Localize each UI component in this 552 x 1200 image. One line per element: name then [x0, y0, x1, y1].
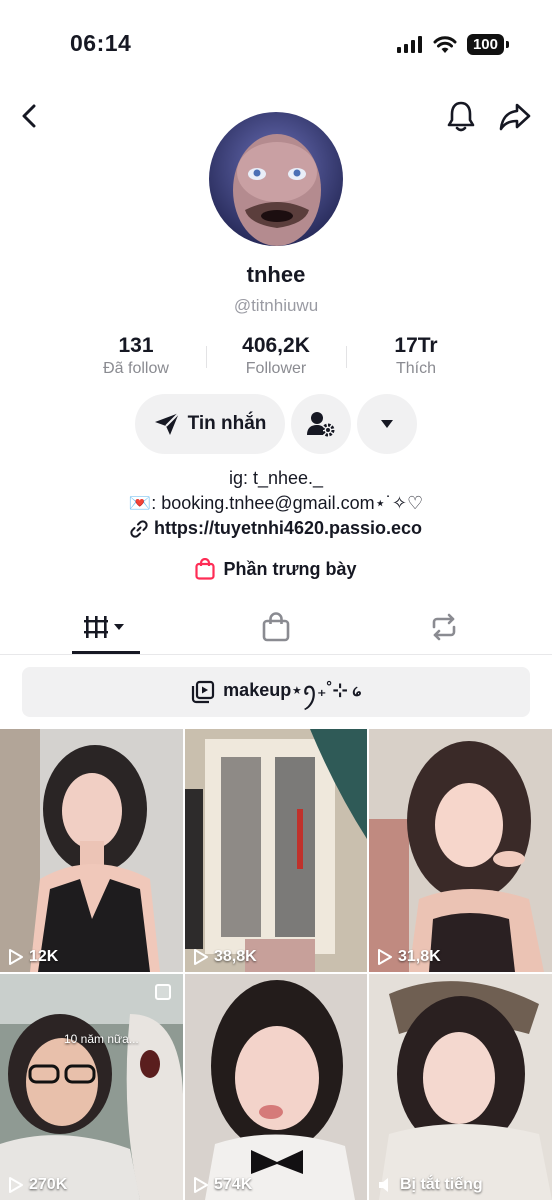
view-count: 38,8K: [193, 948, 257, 966]
cellular-signal-icon: [396, 35, 422, 53]
view-count: 12K: [8, 948, 58, 966]
caret-down-icon: [381, 420, 393, 428]
video-thumbnail[interactable]: 38,8K: [185, 729, 367, 972]
play-outline-icon: [9, 949, 23, 965]
play-outline-icon: [9, 1177, 23, 1193]
stat-likes-label: Thích: [395, 360, 436, 377]
bell-icon[interactable]: [444, 98, 478, 134]
status-bar: 06:14 100: [0, 0, 552, 90]
play-outline-icon: [194, 949, 208, 965]
play-outline-icon: [378, 949, 392, 965]
more-options-button[interactable]: [357, 394, 417, 454]
playlist-icon: [192, 680, 215, 704]
playlist-label: makeup⋆ꪆ₊˚⊹ ᥀: [223, 680, 361, 700]
stat-following[interactable]: 131 Đã follow: [66, 334, 206, 382]
bio-link-url: https://tuyetnhi4620.passio.eco: [153, 518, 423, 538]
stat-followers[interactable]: 406,2K Follower: [206, 334, 346, 382]
share-icon[interactable]: [498, 100, 532, 132]
status-time: 06:14: [70, 30, 132, 56]
user-gear-icon: [307, 412, 335, 437]
bio-link[interactable]: https://tuyetnhi4620.passio.eco: [130, 516, 422, 541]
play-outline-icon: [194, 1177, 208, 1193]
tab-reposts[interactable]: [412, 600, 476, 654]
view-count: 31,8K: [377, 948, 441, 966]
repost-icon: [432, 613, 456, 641]
profile-stats: 131 Đã follow 406,2K Follower 17Tr Thích: [66, 334, 486, 382]
bio-line-email: 💌: booking.tnhee@gmail.com⋆˙✧♡: [128, 493, 424, 513]
stat-following-count: 131: [118, 334, 154, 357]
send-icon: [154, 412, 180, 435]
friend-settings-button[interactable]: [291, 394, 351, 454]
view-count: 270K: [8, 1176, 67, 1194]
profile-actions: Tin nhắn: [0, 394, 552, 454]
shopping-bag-icon: [195, 558, 216, 580]
video-thumbnail[interactable]: 10 năm nữa... 270K: [0, 974, 183, 1200]
playlist-chip[interactable]: makeup⋆ꪆ₊˚⊹ ᥀: [22, 667, 530, 717]
status-icons: 100: [396, 34, 510, 55]
battery-indicator: 100: [466, 34, 510, 55]
bio-line-instagram: ig: t_nhee._: [228, 468, 324, 488]
video-thumbnail[interactable]: 12K: [0, 729, 183, 972]
video-grid-icon: [84, 616, 124, 638]
display-name: tnhee: [246, 262, 306, 287]
view-count: 574K: [193, 1176, 252, 1194]
tab-videos[interactable]: [72, 600, 140, 654]
link-icon: [130, 519, 148, 538]
content-tabs: [0, 600, 552, 655]
stat-following-label: Đã follow: [103, 360, 169, 377]
stat-likes-count: 17Tr: [394, 334, 438, 357]
video-caption: 10 năm nữa...: [64, 1032, 139, 1046]
video-thumbnail[interactable]: 31,8K: [369, 729, 552, 972]
tab-shop[interactable]: [244, 600, 308, 654]
video-thumbnail[interactable]: Bị tắt tiếng: [369, 974, 552, 1200]
stat-followers-label: Follower: [245, 360, 307, 377]
message-button[interactable]: Tin nhắn: [135, 394, 285, 454]
username-handle: @titnhiuwu: [233, 296, 319, 315]
showcase-link[interactable]: Phần trưng bày: [0, 558, 552, 580]
video-thumbnail[interactable]: 574K: [185, 974, 367, 1200]
message-button-label: Tin nhắn: [187, 413, 267, 434]
shopping-bag-icon: [262, 612, 290, 642]
muted-icon: [379, 1178, 388, 1192]
photo-carousel-icon: [155, 984, 171, 1000]
bio: ig: t_nhee._ 💌: booking.tnhee@gmail.com⋆…: [0, 466, 552, 545]
avatar[interactable]: [209, 112, 343, 246]
wifi-icon: [433, 35, 457, 53]
showcase-label: Phần trưng bày: [223, 558, 357, 579]
back-arrow-icon[interactable]: [16, 100, 44, 132]
stat-likes[interactable]: 17Tr Thích: [346, 334, 486, 382]
video-grid: 12K 38,8K 31,8K 10 năm nữa... 270K 574K …: [0, 729, 552, 1200]
view-count: Bị tắt tiếng: [377, 1176, 483, 1194]
stat-followers-count: 406,2K: [242, 334, 310, 357]
